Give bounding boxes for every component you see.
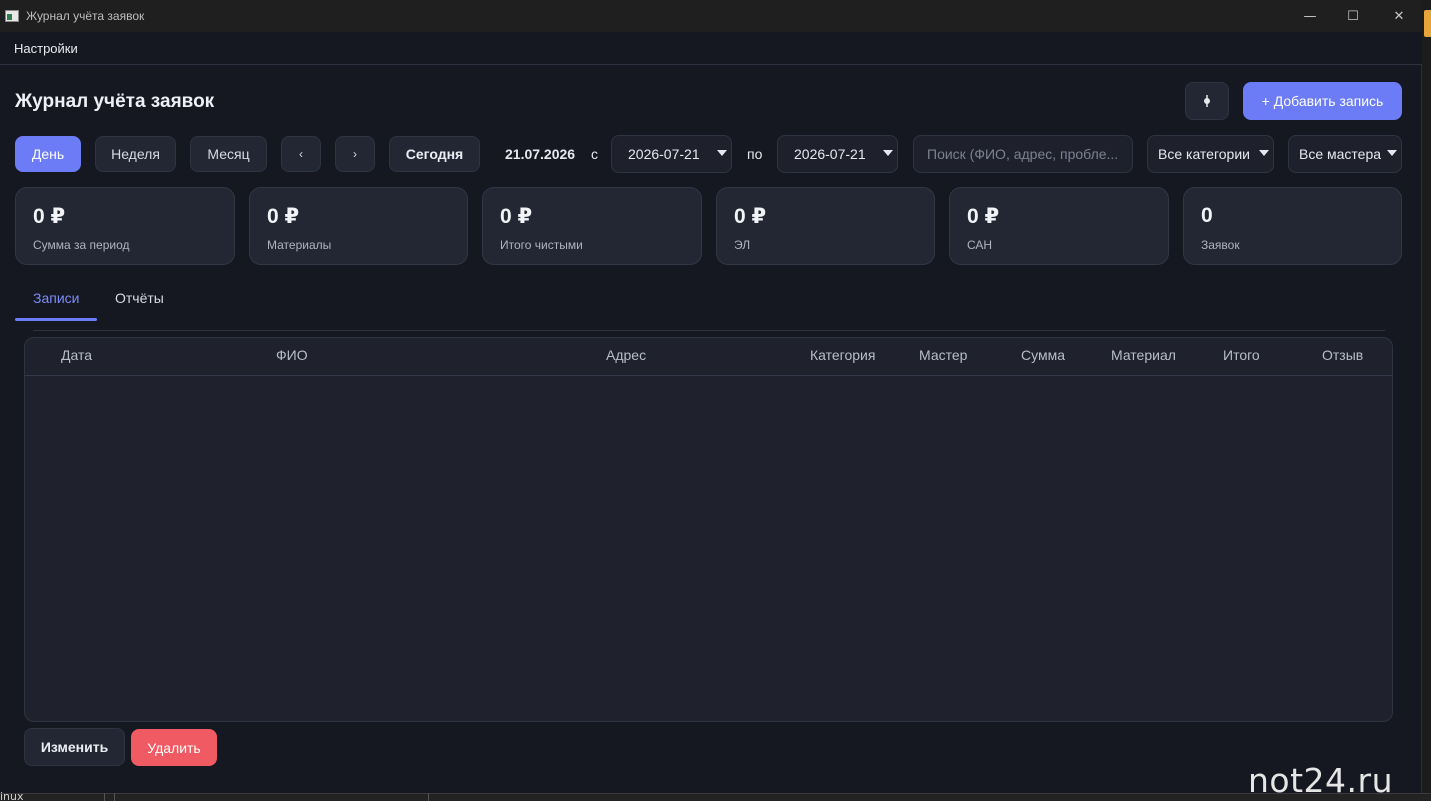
- close-icon: ✕: [1393, 8, 1405, 24]
- column-header-total[interactable]: Итого: [1223, 347, 1260, 363]
- date-to-value: 2026-07-21: [794, 146, 866, 162]
- stat-value: 0: [1201, 204, 1213, 227]
- column-header-review[interactable]: Отзыв: [1322, 347, 1363, 363]
- stat-value: 0 ₽: [33, 205, 66, 228]
- tab-records[interactable]: Записи: [33, 290, 79, 306]
- chevron-right-icon: ›: [353, 147, 357, 161]
- column-header-name[interactable]: ФИО: [276, 347, 308, 363]
- column-header-master[interactable]: Мастер: [919, 347, 967, 363]
- window-title: Журнал учёта заявок: [26, 9, 145, 23]
- category-filter-value: Все категории: [1158, 146, 1250, 162]
- close-button[interactable]: ✕: [1376, 0, 1422, 32]
- period-month-button[interactable]: Месяц: [190, 136, 267, 172]
- column-header-date[interactable]: Дата: [61, 347, 92, 363]
- title-bar: Журнал учёта заявок — ☐ ✕: [0, 0, 1422, 32]
- range-to-label: по: [747, 146, 763, 162]
- stat-card-total: 0 ₽ Сумма за период: [15, 187, 235, 265]
- chevron-left-icon: ‹: [299, 147, 303, 161]
- stat-label: ЭЛ: [734, 238, 751, 252]
- desktop-divider: [114, 793, 115, 801]
- app-window: Журнал учёта заявок — ☐ ✕ Настройки Журн…: [0, 0, 1422, 793]
- stat-card-net: 0 ₽ Итого чистыми: [482, 187, 702, 265]
- minimize-button[interactable]: —: [1287, 0, 1333, 32]
- dropdown-arrow-icon: [717, 150, 727, 156]
- stat-label: Заявок: [1201, 238, 1240, 252]
- theme-toggle-button[interactable]: [1185, 82, 1229, 120]
- desktop-divider: [428, 793, 429, 801]
- desktop-taskbar-strip: [0, 793, 1431, 801]
- maximize-button[interactable]: ☐: [1330, 0, 1376, 32]
- stat-label: Материалы: [267, 238, 332, 252]
- maximize-icon: ☐: [1347, 8, 1359, 24]
- desktop-orange-tab: [1424, 10, 1431, 37]
- current-date: 21.07.2026: [505, 146, 576, 162]
- add-record-button[interactable]: + Добавить запись: [1243, 82, 1402, 120]
- stat-label: САН: [967, 238, 993, 252]
- next-period-button[interactable]: ›: [335, 136, 375, 172]
- stat-label: Сумма за период: [33, 238, 130, 252]
- dropdown-arrow-icon: [1259, 150, 1269, 156]
- dropdown-arrow-icon: [1387, 150, 1397, 156]
- theme-toggle-icon: [1204, 95, 1210, 107]
- stat-card-requests: 0 Заявок: [1183, 187, 1402, 265]
- column-header-address[interactable]: Адрес: [606, 347, 646, 363]
- records-table[interactable]: Дата ФИО Адрес Категория Мастер Сумма Ма…: [24, 337, 1393, 722]
- master-filter[interactable]: Все мастера: [1288, 135, 1402, 173]
- date-from-picker[interactable]: 2026-07-21: [611, 135, 732, 173]
- watermark: not24.ru: [1248, 761, 1394, 800]
- edit-button[interactable]: Изменить: [24, 728, 125, 766]
- minimize-icon: —: [1303, 8, 1317, 24]
- app-icon: [5, 10, 19, 22]
- tab-reports[interactable]: Отчёты: [115, 290, 164, 306]
- stat-card-materials: 0 ₽ Материалы: [249, 187, 468, 265]
- column-header-material[interactable]: Материал: [1111, 347, 1176, 363]
- stat-label: Итого чистыми: [500, 238, 583, 252]
- dropdown-arrow-icon: [883, 150, 893, 156]
- column-header-category[interactable]: Категория: [810, 347, 875, 363]
- stat-value: 0 ₽: [734, 205, 767, 228]
- active-tab-indicator: [15, 318, 97, 321]
- column-header-sum[interactable]: Сумма: [1021, 347, 1065, 363]
- date-to-picker[interactable]: 2026-07-21: [777, 135, 898, 173]
- master-filter-value: Все мастера: [1299, 146, 1382, 162]
- stat-value: 0 ₽: [967, 205, 1000, 228]
- page-title: Журнал учёта заявок: [15, 91, 215, 112]
- category-filter[interactable]: Все категории: [1147, 135, 1274, 173]
- desktop-background-right: [1422, 0, 1431, 801]
- stat-card-san: 0 ₽ САН: [949, 187, 1169, 265]
- previous-period-button[interactable]: ‹: [281, 136, 321, 172]
- menu-settings[interactable]: Настройки: [14, 41, 78, 56]
- delete-button[interactable]: Удалить: [131, 729, 217, 766]
- table-header: Дата ФИО Адрес Категория Мастер Сумма Ма…: [25, 338, 1392, 376]
- today-button[interactable]: Сегодня: [389, 136, 480, 172]
- stat-value: 0 ₽: [267, 205, 300, 228]
- period-day-button[interactable]: День: [15, 136, 81, 172]
- period-week-button[interactable]: Неделя: [95, 136, 176, 172]
- desktop-divider: [104, 793, 105, 801]
- desktop-text: inux: [0, 790, 24, 801]
- stat-card-el: 0 ₽ ЭЛ: [716, 187, 935, 265]
- menu-bar: Настройки: [0, 32, 1422, 65]
- search-input[interactable]: [913, 135, 1133, 173]
- tab-divider: [33, 330, 1385, 331]
- stat-value: 0 ₽: [500, 205, 533, 228]
- date-from-value: 2026-07-21: [628, 146, 700, 162]
- range-from-label: с: [591, 146, 598, 162]
